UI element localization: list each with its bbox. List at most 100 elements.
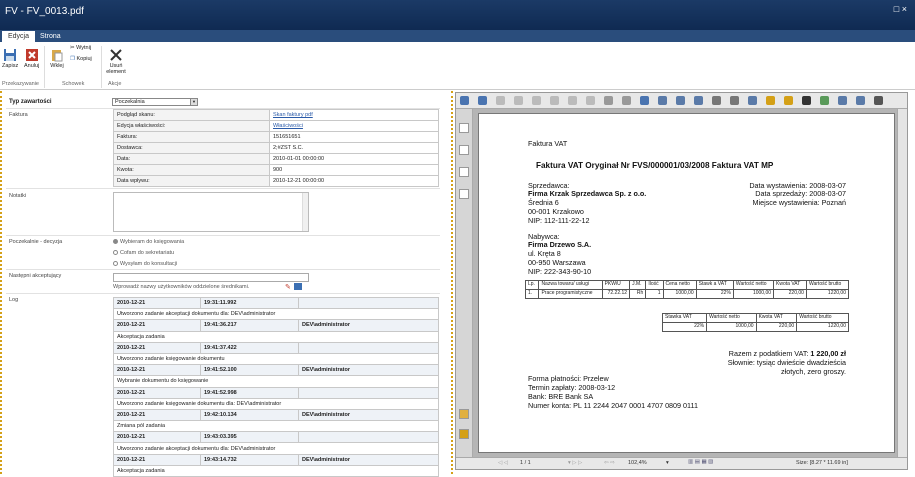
log-date: 2010-12-21 xyxy=(113,341,201,354)
invoice-row: Faktura: 151651651 xyxy=(113,131,439,143)
next-approvers-hint: Wprowadź nazwy użytkowników oddzielone ś… xyxy=(113,284,250,290)
page-indicator[interactable]: 1 / 1 xyxy=(520,460,531,466)
last-page-icon[interactable] xyxy=(550,96,559,105)
content-type-select[interactable]: Poczekalnia ▼ xyxy=(112,98,198,106)
next-approvers-input[interactable] xyxy=(113,273,309,282)
single-page-icon[interactable] xyxy=(694,96,703,105)
save-button[interactable]: Zapisz xyxy=(2,48,18,69)
check-names-icon[interactable]: ✎ xyxy=(285,283,291,291)
page-layout-icon[interactable]: ▥ ▤ ▦ ▧ xyxy=(688,459,713,465)
invoice-key: Faktura: xyxy=(113,131,270,143)
hand-icon[interactable] xyxy=(766,96,775,105)
maximize-close-icon[interactable]: □ × xyxy=(894,4,907,14)
save-icon[interactable] xyxy=(460,96,469,105)
invoice-key: Kwota: xyxy=(113,164,270,176)
divider xyxy=(6,235,440,236)
log-row: 2010-12-21 19:43:14.732 DEV\administrator xyxy=(113,453,439,466)
log-text-row: Utworzono zadanie akceptacji dokumentu d… xyxy=(113,442,439,455)
notes-textarea[interactable] xyxy=(113,192,309,232)
invoice-link[interactable]: Właściwości xyxy=(273,123,303,129)
fit-page-icon[interactable] xyxy=(658,96,667,105)
viewer-scrollbar[interactable] xyxy=(897,109,907,457)
log-user: DEV\administrator xyxy=(298,453,439,466)
log-row: 2010-12-21 19:41:52.100 DEV\administrator xyxy=(113,364,439,377)
radio-back-secretariat[interactable]: Cofam do sekretariatu xyxy=(113,250,174,256)
image-icon[interactable] xyxy=(856,96,865,105)
delete-item-button[interactable]: Usuń element xyxy=(105,48,127,75)
next-page-icon[interactable] xyxy=(532,96,541,105)
circle-icon[interactable] xyxy=(874,96,883,105)
log-text-row: Akceptacja zadania xyxy=(113,464,439,477)
radio-select-booking[interactable]: Wybieram do księgowania xyxy=(113,239,184,245)
attachments-icon[interactable] xyxy=(459,189,469,199)
log-text-row: Utworzono zadanie księgowanie dokumentu … xyxy=(113,397,439,410)
back-icon[interactable] xyxy=(568,96,577,105)
pages-icon[interactable] xyxy=(459,145,469,155)
pointer-icon[interactable] xyxy=(802,96,811,105)
tools-icon[interactable] xyxy=(459,429,469,439)
paste-button[interactable]: Wklej xyxy=(50,48,64,69)
cut-button[interactable]: ✂ Wytnij xyxy=(70,45,91,51)
zoom-out-icon[interactable] xyxy=(712,96,721,105)
cancel-button[interactable]: Anuluj xyxy=(24,48,39,69)
items-cell: 220,00 xyxy=(773,289,807,299)
items-cell: 72.22.12 xyxy=(601,289,631,299)
paste-label: Wklej xyxy=(50,63,64,69)
nav-first-prev-icon[interactable]: ◁ ◁ xyxy=(498,460,508,466)
log-user: DEV\administrator xyxy=(298,408,439,422)
radio-label: Wybieram do księgowania xyxy=(120,239,185,245)
log-date: 2010-12-21 xyxy=(113,453,201,466)
invoice-value-text: 2010-12-21 00:00:00 xyxy=(273,178,325,184)
summary-header-cell: Wartość brutto xyxy=(796,313,849,323)
zoom-level[interactable]: 102,4% xyxy=(628,460,647,466)
summary-table: Stawka VAT Wartość netto Kwota VAT Wartość … xyxy=(661,313,849,332)
zoom-dropdown-icon[interactable]: ▾ xyxy=(666,460,669,466)
first-page-icon[interactable] xyxy=(496,96,505,105)
radio-label: Wysyłam do konsultacji xyxy=(120,261,178,267)
undo-icon[interactable] xyxy=(604,96,613,105)
invoice-value[interactable]: Skan faktury pdf xyxy=(269,109,439,121)
scrollbar[interactable] xyxy=(302,193,308,231)
nav-next-last-icon[interactable]: ▾ ▷ ▷ xyxy=(568,460,582,466)
rotate-icon[interactable] xyxy=(748,96,757,105)
forward-icon[interactable] xyxy=(586,96,595,105)
items-cell: 1 xyxy=(645,289,664,299)
log-text: Akceptacja zadania xyxy=(113,330,439,343)
tab-edycja[interactable]: Edycja xyxy=(2,31,36,42)
address-book-icon[interactable] xyxy=(294,283,302,290)
seller-name: Firma Krzak Sprzedawca Sp. z o.o. xyxy=(528,189,647,198)
doc-type: Faktura VAT xyxy=(528,139,568,148)
invoice-heading: Faktura VAT Oryginał Nr FVS/000001/03/20… xyxy=(536,161,774,170)
window-title: FV - FV_0013.pdf xyxy=(5,6,84,17)
invoice-value[interactable]: Właściwości xyxy=(269,120,439,132)
zoom-in-icon[interactable] xyxy=(730,96,739,105)
print-icon[interactable] xyxy=(478,96,487,105)
select-icon[interactable] xyxy=(784,96,793,105)
tab-strona[interactable]: Strona xyxy=(34,31,67,42)
prev-page-icon[interactable] xyxy=(514,96,523,105)
nav-back-forward-icon[interactable]: ⇦ ⇨ xyxy=(604,460,615,466)
sale-date: Data sprzedaży: 2008-03-07 xyxy=(755,189,846,198)
text-icon[interactable] xyxy=(838,96,847,105)
zoom-icon[interactable] xyxy=(640,96,649,105)
summary-header-row: Stawka VAT Wartość netto Kwota VAT Wartość … xyxy=(661,313,849,323)
properties-form: Typ zawartości Poczekalnia ▼ Faktura Podg… xyxy=(3,92,440,477)
bookmarks-icon[interactable] xyxy=(459,123,469,133)
copy-button[interactable]: ❐ Kopiuj xyxy=(70,56,92,62)
invoice-value: 151651651 xyxy=(269,131,439,143)
invoice-link[interactable]: Skan faktury pdf xyxy=(273,112,313,118)
log-text: Utworzono zadanie akceptacji dokumentu d… xyxy=(113,308,439,321)
radio-send-consult[interactable]: Wysyłam do konsultacji xyxy=(113,261,177,267)
buyer-address: ul. Kręta 8 xyxy=(528,249,561,258)
log-time: 19:43:14.732 xyxy=(200,453,299,466)
snapshot-icon[interactable] xyxy=(820,96,829,105)
edge-marker xyxy=(0,91,2,474)
chevron-down-icon: ▼ xyxy=(190,99,197,105)
redo-icon[interactable] xyxy=(622,96,631,105)
annotations-icon[interactable] xyxy=(459,167,469,177)
fit-width-icon[interactable] xyxy=(676,96,685,105)
log-row: 2010-12-21 19:43:03.395 xyxy=(113,431,439,444)
layers-icon[interactable] xyxy=(459,409,469,419)
payment-term: Termin zapłaty: 2008-03-12 xyxy=(528,383,616,392)
delete-icon xyxy=(110,49,122,61)
